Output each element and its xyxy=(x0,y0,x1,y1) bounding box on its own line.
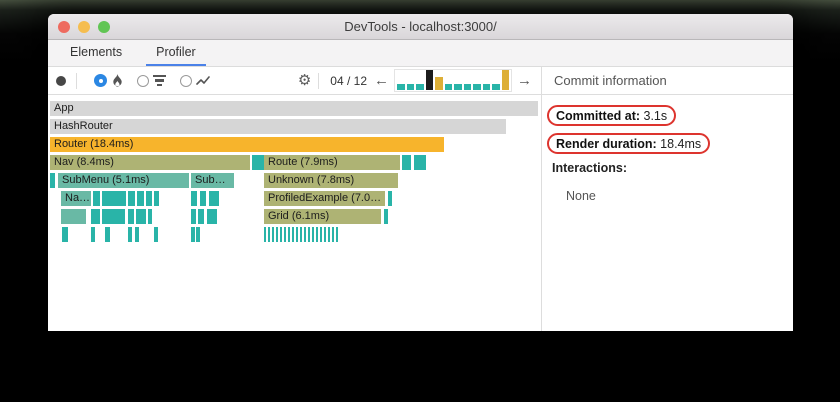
flame-bar[interactable] xyxy=(154,191,159,206)
flame-bar-unknown[interactable]: Unknown (7.8ms) xyxy=(264,173,398,188)
flame-bar[interactable] xyxy=(102,191,126,206)
flame-bar-na[interactable]: Na… xyxy=(61,191,91,206)
commit-bar[interactable] xyxy=(444,84,452,90)
flame-bar-grid[interactable]: Grid (6.1ms) xyxy=(264,209,381,224)
flame-bar[interactable] xyxy=(207,209,217,224)
previous-commit-arrow-icon[interactable]: ← xyxy=(371,73,392,88)
commit-selector-chart[interactable] xyxy=(394,69,512,92)
ranked-mode-radio[interactable] xyxy=(137,74,149,87)
flame-bar[interactable] xyxy=(388,191,392,206)
tab-elements[interactable]: Elements xyxy=(60,40,132,66)
commit-bar[interactable] xyxy=(416,84,424,90)
flame-bar[interactable] xyxy=(154,227,158,242)
commit-bar[interactable] xyxy=(425,70,433,90)
flame-bar-router[interactable]: Router (18.4ms) xyxy=(50,137,444,152)
committed-at-annotation: Committed at: 3.1s xyxy=(547,105,677,126)
flame-bar[interactable] xyxy=(62,227,68,242)
flame-bar[interactable] xyxy=(93,191,100,206)
flame-bar[interactable] xyxy=(50,173,55,188)
flame-bar[interactable] xyxy=(128,227,132,242)
flame-bar[interactable] xyxy=(128,209,134,224)
flame-bar[interactable] xyxy=(91,209,100,224)
commit-bar[interactable] xyxy=(454,84,462,90)
next-commit-arrow-icon[interactable]: → xyxy=(514,73,535,88)
flame-bar[interactable] xyxy=(137,191,144,206)
flame-bar[interactable] xyxy=(264,227,338,242)
render-duration-line: Render duration: 18.4ms xyxy=(547,133,783,154)
flame-bar[interactable] xyxy=(91,227,95,242)
flame-bar[interactable] xyxy=(191,191,197,206)
commit-index-label: 04 / 12 xyxy=(330,73,367,88)
flame-bar-subm[interactable]: SubM… xyxy=(191,173,234,188)
toolbar-divider xyxy=(76,72,77,89)
flame-bar[interactable] xyxy=(136,209,146,224)
flame-bar[interactable] xyxy=(422,155,426,170)
commit-information-header: Commit information xyxy=(542,67,793,95)
flame-bar[interactable] xyxy=(148,209,152,224)
flame-bar-route[interactable]: Route (7.9ms) xyxy=(264,155,400,170)
committed-at-line: Committed at: 3.1s xyxy=(547,105,783,126)
interactions-value: None xyxy=(566,189,596,203)
flame-bar-submenu[interactable]: SubMenu (5.1ms) xyxy=(58,173,189,188)
flame-bar[interactable] xyxy=(102,209,125,224)
ranked-chart-icon[interactable] xyxy=(153,74,166,87)
commit-bar[interactable] xyxy=(435,77,443,90)
render-duration-label: Render duration: xyxy=(556,136,657,151)
flame-bar[interactable] xyxy=(198,209,204,224)
flame-bar[interactable] xyxy=(146,191,152,206)
commit-information-panel: Commit information Committed at: 3.1s Re… xyxy=(542,67,793,331)
flamegraph-mode-radio[interactable] xyxy=(94,74,107,87)
devtools-window: DevTools - localhost:3000/ Elements Prof… xyxy=(48,14,793,331)
commit-bar[interactable] xyxy=(473,84,481,90)
window-title: DevTools - localhost:3000/ xyxy=(344,19,497,34)
render-duration-value: 18.4ms xyxy=(656,136,702,151)
flame-icon[interactable] xyxy=(111,73,123,88)
commit-bar[interactable] xyxy=(463,84,471,90)
flame-bar[interactable] xyxy=(191,209,196,224)
flame-bar[interactable] xyxy=(384,209,388,224)
flame-bar[interactable] xyxy=(196,227,200,242)
interactions-label: Interactions: xyxy=(552,161,628,175)
commit-bar[interactable] xyxy=(397,84,405,90)
tab-profiler[interactable]: Profiler xyxy=(146,40,206,66)
flame-bar-hashrouter[interactable]: HashRouter xyxy=(50,119,506,134)
flame-bar[interactable] xyxy=(61,209,86,224)
tab-bar: Elements Profiler xyxy=(48,40,793,67)
render-duration-annotation: Render duration: 18.4ms xyxy=(547,133,711,154)
commit-bar[interactable] xyxy=(501,70,509,90)
toolbar-divider xyxy=(318,72,320,89)
flame-bar[interactable] xyxy=(135,227,139,242)
flame-bar[interactable] xyxy=(191,227,195,242)
flame-bar[interactable] xyxy=(402,155,411,170)
commit-bar[interactable] xyxy=(482,84,490,90)
commit-bar[interactable] xyxy=(406,84,414,90)
record-icon[interactable] xyxy=(56,75,66,86)
flame-graph: App HashRouter Router (18.4ms) Nav (8.4ms) R… xyxy=(48,95,541,331)
flame-bar[interactable] xyxy=(209,191,219,206)
title-bar: DevTools - localhost:3000/ xyxy=(48,14,793,40)
flame-bar[interactable] xyxy=(128,191,135,206)
flame-bar-app[interactable]: App xyxy=(50,101,538,116)
flame-bar-nav[interactable]: Nav (8.4ms) xyxy=(50,155,250,170)
interactions-mode-radio[interactable] xyxy=(180,74,192,87)
flame-bar-profiledexample[interactable]: ProfiledExample (7.0ms) xyxy=(264,191,385,206)
committed-at-label: Committed at: xyxy=(556,108,641,123)
gear-icon[interactable]: ⚙ xyxy=(298,73,311,88)
flame-bar[interactable] xyxy=(200,191,206,206)
interactions-chart-icon[interactable] xyxy=(196,75,210,86)
flame-bar[interactable] xyxy=(105,227,110,242)
profiler-toolbar: ⚙ 04 / 12 ← → xyxy=(48,67,541,95)
committed-at-value: 3.1s xyxy=(640,108,668,123)
commit-bar[interactable] xyxy=(492,84,500,90)
